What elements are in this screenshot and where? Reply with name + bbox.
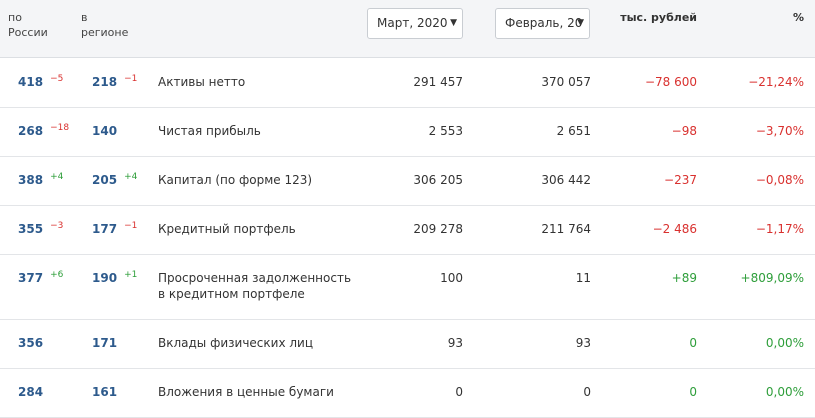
rank-region-delta: +1 (124, 270, 138, 280)
table-row[interactable]: 388 +4 205 +4 Капитал (по форме 123) 306 205 3… (0, 156, 815, 206)
col-change-pct-header: % (792, 11, 804, 24)
value-previous: 211 764 (541, 222, 591, 236)
table-header: по России в регионе Март, 2020 ▼ Февраль… (0, 0, 815, 58)
change-abs: 0 (689, 385, 697, 399)
rank-russia-value: 377 (18, 271, 44, 285)
rank-region[interactable]: 177 −1 (92, 221, 137, 239)
col-rank-russia-header: по России (8, 11, 48, 39)
change-abs: +89 (671, 271, 697, 285)
change-pct: 0,00% (765, 385, 804, 399)
rank-region-value: 171 (92, 336, 118, 350)
change-pct: 0,00% (765, 336, 804, 350)
rank-region[interactable]: 190 +1 (92, 270, 137, 288)
rank-russia[interactable]: 355 −3 (18, 221, 63, 239)
indicator-name: Вложения в ценные бумаги (158, 385, 334, 399)
rank-russia-value: 356 (18, 336, 44, 350)
rank-russia[interactable]: 268 −18 (18, 123, 69, 141)
rank-region-value: 140 (92, 124, 118, 138)
value-previous: 11 (575, 271, 591, 285)
indicator-name: Кредитный портфель (158, 222, 296, 236)
table-row[interactable]: 418 −5 218 −1 Активы нетто 291 457 370 057 −78 … (0, 58, 815, 108)
change-pct: −21,24% (748, 75, 804, 89)
value-current: 209 278 (413, 222, 463, 236)
rank-russia-delta: +4 (50, 172, 64, 182)
change-abs: −2 486 (652, 222, 697, 236)
rank-region[interactable]: 140 (92, 123, 117, 139)
change-abs: −237 (664, 173, 697, 187)
change-pct: −3,70% (755, 124, 804, 138)
indicator-name: Активы нетто (158, 75, 246, 89)
value-current: 291 457 (413, 75, 463, 89)
rank-region[interactable]: 205 +4 (92, 172, 137, 190)
indicator-name: Чистая прибыль (158, 124, 261, 138)
value-current: 100 (440, 271, 463, 285)
value-previous: 306 442 (541, 173, 591, 187)
rank-russia[interactable]: 284 (18, 384, 43, 400)
period-previous-value: Февраль, 20 (505, 16, 583, 30)
rank-russia-value: 388 (18, 173, 44, 187)
rank-region[interactable]: 218 −1 (92, 74, 137, 92)
change-pct: +809,09% (740, 271, 804, 285)
period-current-select[interactable]: Март, 2020 ▼ (367, 8, 463, 39)
rank-region-value: 190 (92, 271, 118, 285)
value-previous: 0 (583, 385, 591, 399)
table-row[interactable]: 356 171 Вклады физических лиц 93 93 0 0,00% (0, 319, 815, 369)
value-current: 0 (455, 385, 463, 399)
rank-russia[interactable]: 388 +4 (18, 172, 63, 190)
period-previous-select[interactable]: Февраль, 20 ▼ (495, 8, 590, 39)
rank-russia-delta: −18 (50, 123, 70, 133)
rank-region[interactable]: 161 (92, 384, 117, 400)
rank-russia-delta: −3 (50, 221, 64, 231)
change-abs: −98 (671, 124, 697, 138)
rank-russia-delta: −5 (50, 74, 64, 84)
rank-region[interactable]: 171 (92, 335, 117, 351)
value-previous: 370 057 (541, 75, 591, 89)
period-current-value: Март, 2020 (377, 16, 448, 30)
rank-region-value: 177 (92, 222, 118, 236)
value-current: 93 (447, 336, 463, 350)
table-row[interactable]: 377 +6 190 +1 Просроченная задолженность в к… (0, 254, 815, 320)
indicator-name: Вклады физических лиц (158, 336, 313, 350)
rank-russia-value: 355 (18, 222, 44, 236)
indicator-name: Просроченная задолженность в кредитном п… (158, 271, 352, 301)
col-rank-region-header: в регионе (81, 11, 129, 39)
table-row[interactable]: 355 −3 177 −1 Кредитный портфель 209 278 211 7… (0, 205, 815, 255)
chevron-down-icon: ▼ (450, 18, 457, 28)
change-pct: −1,17% (755, 222, 804, 236)
rank-russia[interactable]: 418 −5 (18, 74, 63, 92)
rank-region-delta: +4 (124, 172, 138, 182)
rank-russia-value: 284 (18, 385, 44, 399)
indicator-name: Капитал (по форме 123) (158, 173, 313, 187)
rank-region-delta: −1 (124, 74, 138, 84)
change-pct: −0,08% (755, 173, 804, 187)
value-previous: 93 (575, 336, 591, 350)
rank-russia[interactable]: 377 +6 (18, 270, 63, 288)
rank-region-value: 218 (92, 75, 118, 89)
change-abs: −78 600 (644, 75, 697, 89)
value-current: 2 553 (428, 124, 463, 138)
chevron-down-icon: ▼ (577, 18, 584, 28)
rank-region-value: 161 (92, 385, 118, 399)
rank-region-value: 205 (92, 173, 118, 187)
rank-region-delta: −1 (124, 221, 138, 231)
rank-russia[interactable]: 356 (18, 335, 43, 351)
rank-russia-value: 418 (18, 75, 44, 89)
col-change-abs-header: тыс. рублей (620, 11, 697, 24)
value-previous: 2 651 (556, 124, 591, 138)
rank-russia-value: 268 (18, 124, 44, 138)
rank-russia-delta: +6 (50, 270, 64, 280)
value-current: 306 205 (413, 173, 463, 187)
table-row[interactable]: 268 −18 140 Чистая прибыль 2 553 2 651 −98 −3,7… (0, 107, 815, 157)
change-abs: 0 (689, 336, 697, 350)
